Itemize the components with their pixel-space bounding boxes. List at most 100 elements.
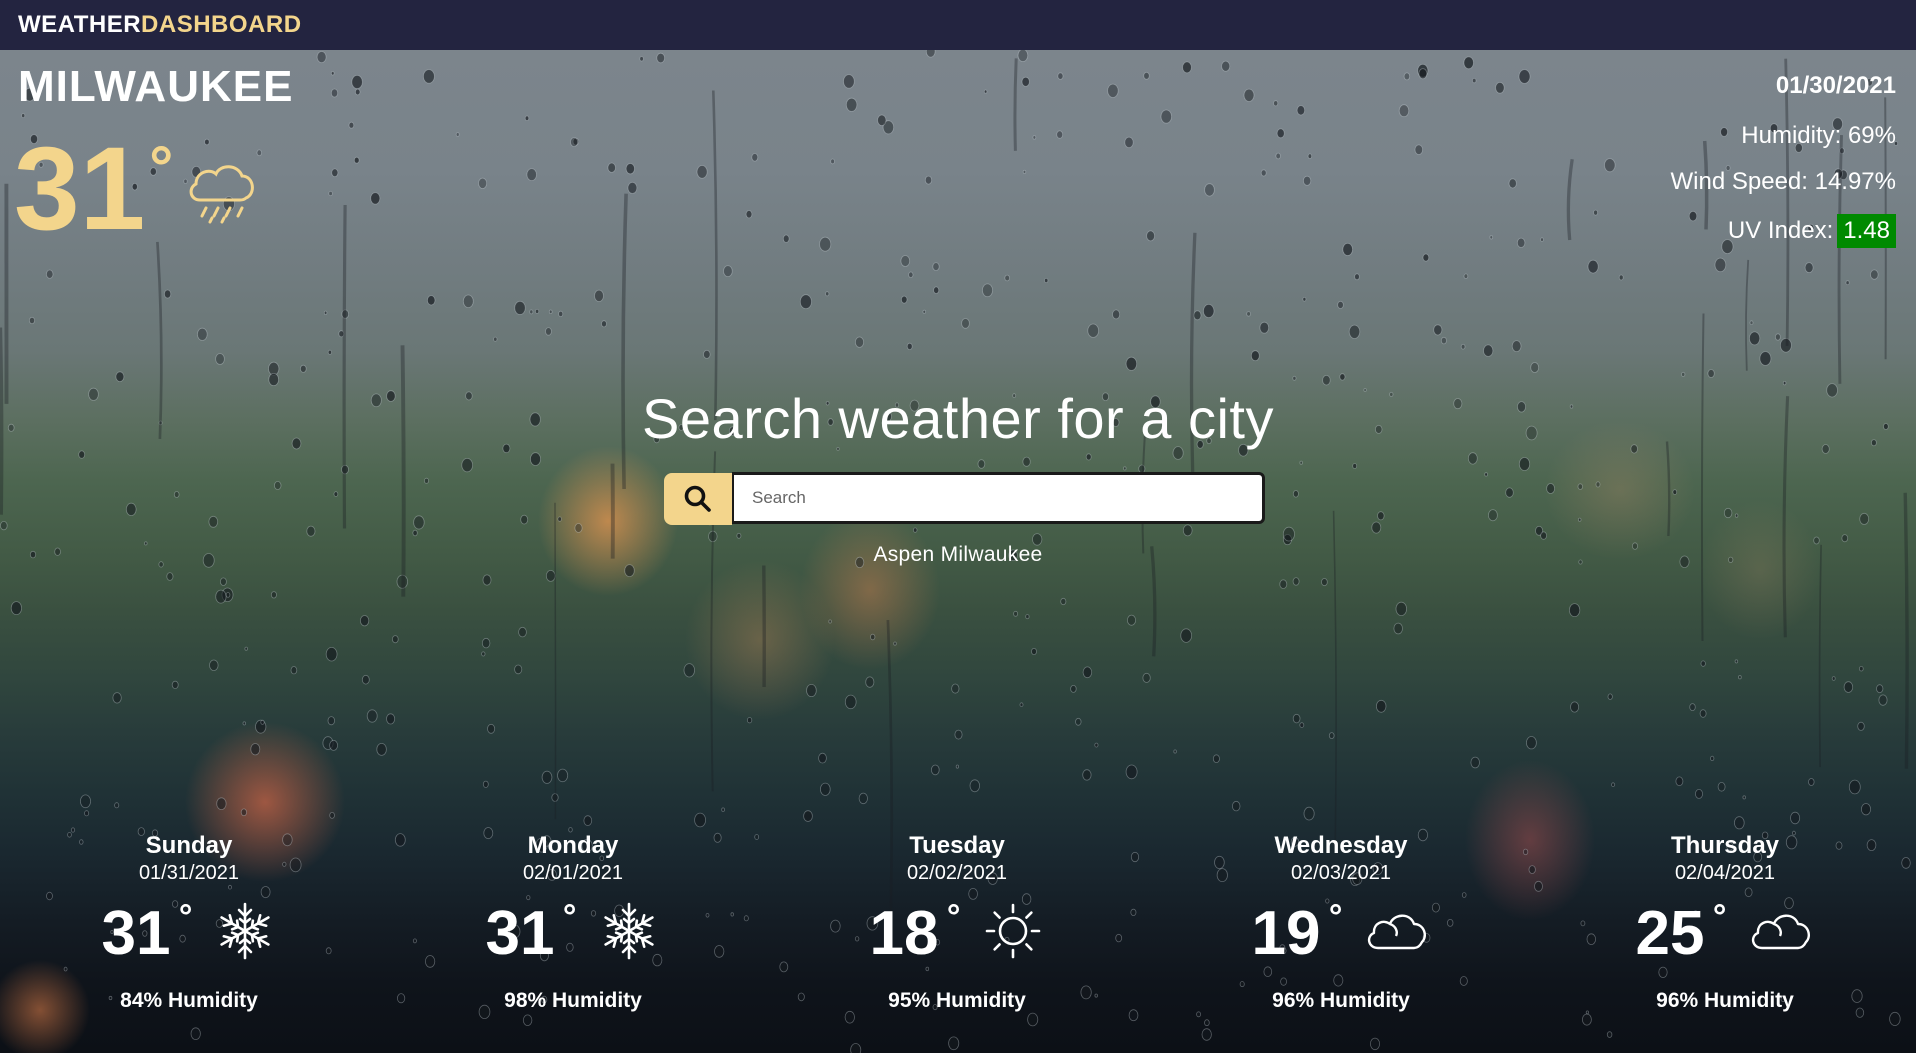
raindrop (1393, 622, 1403, 635)
raindrop (1699, 709, 1707, 718)
raindrop (197, 327, 208, 341)
raindrop (925, 50, 936, 58)
raindrop (219, 577, 227, 586)
raindrop (819, 782, 831, 796)
raindrop (1841, 534, 1849, 543)
raindrop (260, 719, 265, 725)
raindrop (329, 740, 339, 751)
raindrop (1004, 274, 1010, 282)
raindrop (1125, 356, 1138, 371)
cloud-rain-icon (184, 160, 260, 231)
raindrop (330, 71, 335, 76)
wind-speed-text: Wind Speed: 14.97% (1670, 168, 1896, 195)
raindrop (977, 459, 986, 469)
rain-streak (1566, 158, 1574, 241)
raindrop (1279, 579, 1288, 589)
raindrop (481, 651, 486, 657)
raindrop (683, 663, 696, 678)
raindrop (806, 684, 817, 698)
raindrop (413, 515, 425, 530)
raindrop (1618, 274, 1624, 281)
raindrop (1489, 235, 1494, 240)
raindrop (1414, 144, 1423, 155)
raindrop (969, 779, 981, 793)
raindrop (1044, 277, 1049, 283)
raindrop (1021, 76, 1030, 87)
rain-streak (1818, 544, 1822, 768)
raindrop (316, 51, 327, 64)
raindrop (1032, 135, 1037, 140)
raindrop (1418, 68, 1428, 80)
raindrop (1859, 512, 1870, 525)
raindrop (1681, 371, 1686, 377)
history-item-aspen[interactable]: Aspen (873, 543, 934, 566)
raindrop (1845, 280, 1850, 286)
raindrop (922, 309, 926, 314)
raindrop (627, 181, 638, 194)
raindrop (656, 52, 665, 64)
forecast-day-name: Tuesday (909, 832, 1005, 859)
raindrop (1577, 517, 1582, 522)
current-temperature: 31 ° (14, 130, 173, 248)
raindrop (274, 480, 282, 490)
raindrop (1742, 795, 1746, 800)
raindrop (1467, 452, 1478, 465)
raindrop (268, 372, 280, 386)
raindrop (843, 74, 855, 89)
raindrop (1672, 489, 1678, 495)
raindrop (1082, 666, 1093, 679)
raindrop (1734, 513, 1739, 518)
snowflake-icon (598, 900, 660, 967)
raindrop (1299, 460, 1303, 465)
forecast-day-name: Wednesday (1274, 832, 1408, 859)
raindrop (1292, 490, 1299, 498)
raindrop (331, 168, 339, 178)
raindrop (1595, 481, 1601, 488)
raindrop (1056, 130, 1064, 139)
raindrop (0, 521, 8, 531)
raindrop (1723, 507, 1733, 519)
raindrop (78, 450, 86, 459)
raindrop (1831, 676, 1836, 681)
raindrop (351, 74, 363, 89)
history-item-milwaukee[interactable]: Milwaukee (941, 543, 1043, 566)
raindrop (1354, 273, 1360, 281)
raindrop (1734, 659, 1739, 664)
raindrop (524, 115, 530, 121)
search-button[interactable] (664, 473, 732, 525)
raindrop (961, 318, 970, 329)
raindrop (215, 353, 225, 365)
raindrop (427, 295, 436, 306)
raindrop (348, 121, 355, 129)
raindrop (1180, 628, 1192, 643)
brand-logo[interactable]: WEATHERDASHBOARD (18, 11, 302, 39)
raindrop (327, 349, 332, 355)
raindrop (1734, 816, 1745, 830)
raindrop (1302, 297, 1307, 302)
raindrop (803, 810, 813, 822)
search-input[interactable] (732, 472, 1265, 524)
humidity-text: Humidity: 69% (1741, 122, 1896, 149)
search-heading: Search weather for a city (642, 387, 1274, 450)
raindrop (1587, 259, 1599, 274)
raindrop (1546, 483, 1555, 494)
raindrop (1193, 310, 1202, 321)
raindrop (865, 676, 875, 688)
raindrop (625, 163, 635, 175)
raindrop (1607, 693, 1613, 700)
forecast-day-name: Sunday (145, 832, 233, 859)
raindrop (1017, 50, 1029, 62)
raindrop (545, 570, 556, 582)
raindrop (244, 646, 248, 651)
raindrop (1231, 800, 1241, 812)
raindrop (240, 808, 247, 817)
raindrop (529, 309, 534, 315)
raindrop (948, 1036, 960, 1051)
raindrop (858, 792, 868, 805)
raindrop (290, 666, 298, 675)
raindrop (256, 149, 262, 157)
raindrop (46, 269, 54, 279)
raindrop (10, 601, 22, 615)
raindrop (1375, 699, 1387, 713)
raindrop (355, 88, 361, 96)
